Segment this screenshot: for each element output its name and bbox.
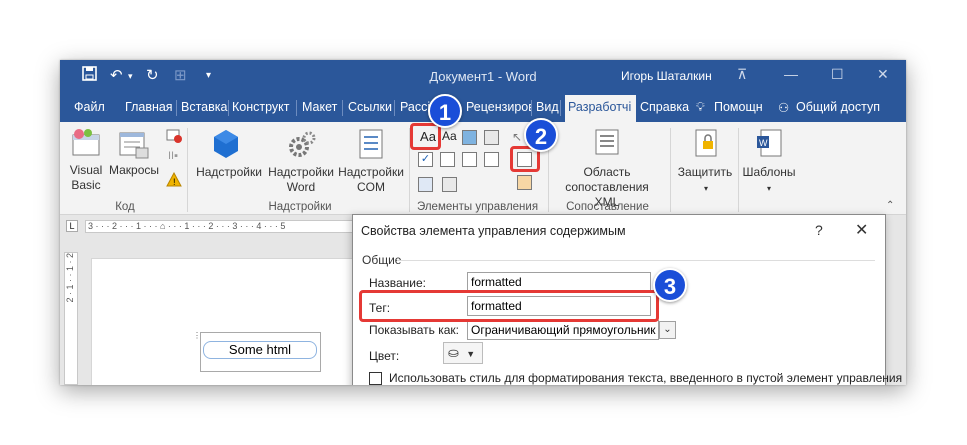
close-icon[interactable]: ✕ xyxy=(877,66,889,83)
style-checkbox[interactable] xyxy=(369,372,382,385)
step-badge-1: 1 xyxy=(428,94,462,128)
com-addins-button[interactable]: Надстройки COM xyxy=(336,165,406,195)
tab-view[interactable]: Вид xyxy=(536,100,561,116)
lightbulb-icon: 💡︎ xyxy=(696,100,705,114)
templates-dropdown-icon[interactable]: ▾ xyxy=(764,181,774,196)
close-button[interactable]: ✕ xyxy=(855,220,868,240)
word-window: ↶ ▾ ↻ ⊞ ▾ Документ1 - Word Игорь Шаталки… xyxy=(60,60,906,385)
legacy-tools-icon[interactable] xyxy=(442,177,457,192)
show-as-label: Показывать как: xyxy=(369,323,459,337)
ruler-track[interactable]: 3 · · · 2 · · · 1 · · · ⌂ · · · 1 · · · … xyxy=(85,220,355,233)
tab-layout[interactable]: Макет xyxy=(302,100,343,116)
step-badge-3: 3 xyxy=(653,268,687,302)
vertical-ruler-marks: 2 · 1 · · 1 · 2 xyxy=(65,253,75,303)
macro-security-icon[interactable]: ! xyxy=(166,171,182,190)
tab-design[interactable]: Конструкт xyxy=(232,100,297,116)
tab-mailings[interactable]: Рассі xyxy=(400,100,430,116)
tab-references[interactable]: Ссылки xyxy=(348,100,395,116)
tab-selector-icon[interactable]: L xyxy=(66,220,78,232)
checkbox-control-icon[interactable]: ✓ xyxy=(418,152,433,167)
pause-recording-icon[interactable]: II▪ xyxy=(168,150,178,162)
help-button[interactable]: ? xyxy=(815,222,823,238)
tell-me-search[interactable]: Помощн xyxy=(714,100,770,116)
color-label: Цвет: xyxy=(369,349,400,363)
addins-button[interactable]: Надстройки xyxy=(194,165,264,180)
show-as-select[interactable]: Ограничивающий прямоугольник xyxy=(467,320,659,340)
dropdown-list-icon[interactable] xyxy=(462,152,477,167)
minimize-icon[interactable]: — xyxy=(784,66,798,82)
tab-home[interactable]: Главная xyxy=(125,100,177,116)
word-addins-button[interactable]: Надстройки Word xyxy=(266,165,336,195)
dialog-title: Свойства элемента управления содержимым xyxy=(361,224,626,238)
group-label-mapping: Сопоставление xyxy=(566,201,649,213)
paint-bucket-icon: ⛀ xyxy=(448,345,459,360)
style-checkbox-label[interactable]: Использовать стиль для форматирования те… xyxy=(389,371,902,385)
window-title: Документ1 - Word xyxy=(429,69,537,84)
ribbon-tabs: Файл Главная Вставка Конструкт Макет Ссы… xyxy=(60,92,906,122)
group-separator xyxy=(670,128,671,212)
templates-button[interactable]: Шаблоны xyxy=(738,165,800,180)
xml-mapping-icon xyxy=(593,128,621,159)
content-control-text[interactable]: Some html xyxy=(203,341,317,359)
design-mode-icon[interactable]: ↖ xyxy=(512,130,522,144)
gear-icon xyxy=(286,130,316,163)
group-label-addins: Надстройки xyxy=(268,201,332,213)
share-button[interactable]: Общий доступ xyxy=(796,100,896,116)
highlight-text-control xyxy=(410,123,441,150)
ribbon: Visual Basic Макросы II▪ ! Код Надстройк… xyxy=(60,122,906,215)
collapse-ribbon-icon[interactable]: ⌃ xyxy=(886,200,894,211)
group-separator xyxy=(187,128,188,212)
templates-icon: W xyxy=(755,128,783,161)
visual-basic-icon xyxy=(70,128,102,163)
tab-file[interactable]: Файл xyxy=(74,100,114,116)
tab-developer[interactable]: Разработчі xyxy=(565,95,636,122)
repeating-section-icon[interactable] xyxy=(418,177,433,192)
protect-icon xyxy=(694,128,720,161)
maximize-icon[interactable]: ☐ xyxy=(831,66,844,83)
plain-text-control-button[interactable]: Aa xyxy=(442,129,460,145)
date-picker-icon[interactable] xyxy=(484,152,499,167)
vertical-ruler: 2 · 1 · · 1 · 2 xyxy=(64,252,78,385)
macros-icon xyxy=(118,128,150,163)
name-input[interactable]: formatted xyxy=(467,272,651,292)
chevron-down-icon[interactable]: ⌄ xyxy=(659,321,676,339)
addins-icon xyxy=(210,128,242,163)
tab-review[interactable]: Рецензиров xyxy=(466,100,532,116)
building-block-icon[interactable] xyxy=(484,130,499,145)
tab-insert[interactable]: Вставка xyxy=(181,100,229,116)
step-badge-2: 2 xyxy=(524,118,558,152)
user-name[interactable]: Игорь Шаталкин xyxy=(621,69,712,83)
tab-help[interactable]: Справка xyxy=(640,100,690,116)
highlight-tag-field xyxy=(359,290,659,322)
com-addins-icon xyxy=(355,128,387,163)
record-macro-icon[interactable] xyxy=(166,128,182,147)
group-label-code: Код xyxy=(115,201,135,213)
svg-text:!: ! xyxy=(173,177,176,187)
visual-basic-button[interactable]: Visual Basic xyxy=(66,163,106,193)
color-picker-button[interactable]: ⛀ ▼ xyxy=(443,342,483,364)
svg-text:W: W xyxy=(759,138,768,148)
protect-dropdown-icon[interactable]: ▾ xyxy=(701,181,711,196)
ribbon-display-icon[interactable]: ⊼ xyxy=(737,66,747,83)
person-icon: ⚇ xyxy=(778,101,790,115)
section-general: Общие xyxy=(362,253,402,267)
combo-box-icon[interactable] xyxy=(440,152,455,167)
group-label-controls: Элементы управления xyxy=(416,201,539,213)
name-label: Название: xyxy=(369,276,426,290)
section-divider xyxy=(397,260,875,261)
protect-button[interactable]: Защитить xyxy=(674,165,736,180)
picture-control-icon[interactable] xyxy=(462,130,477,145)
group-control-icon[interactable] xyxy=(517,175,532,190)
chevron-down-icon: ▼ xyxy=(466,349,476,359)
title-bar: ↶ ▾ ↻ ⊞ ▾ Документ1 - Word Игорь Шаталки… xyxy=(60,60,906,92)
macros-button[interactable]: Макросы xyxy=(106,163,162,178)
